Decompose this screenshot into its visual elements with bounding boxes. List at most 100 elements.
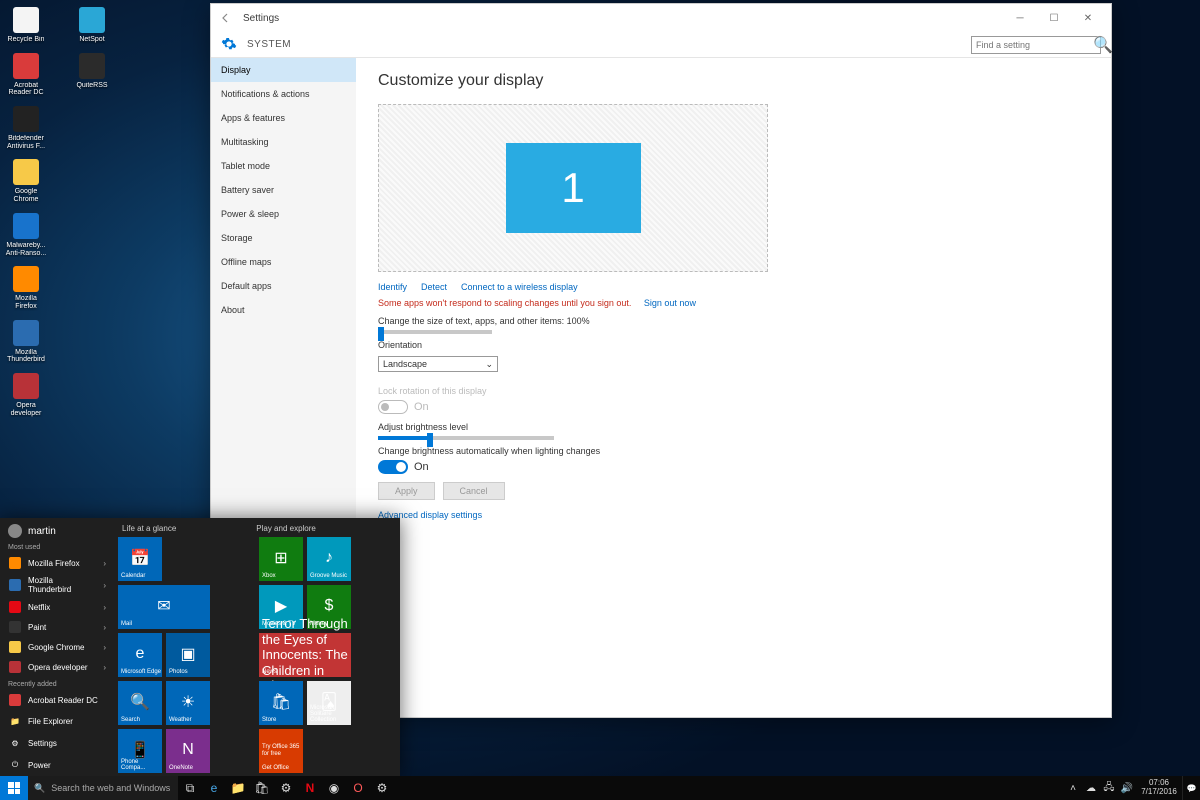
scale-slider[interactable] — [378, 330, 492, 334]
maximize-button[interactable]: ☐ — [1037, 8, 1071, 28]
nav-item[interactable]: Offline maps — [211, 250, 356, 274]
identify-link[interactable]: Identify — [378, 282, 407, 292]
nav-item[interactable]: Display — [211, 58, 356, 82]
back-button[interactable] — [217, 9, 235, 27]
nav-item[interactable]: Default apps — [211, 274, 356, 298]
tile-icon: ⊞ — [274, 548, 287, 568]
taskbar-store[interactable]: 🛍 — [250, 776, 274, 800]
nav-item[interactable]: Power & sleep — [211, 202, 356, 226]
taskbar-edge[interactable]: e — [202, 776, 226, 800]
taskbar-gear[interactable]: ⚙ — [370, 776, 394, 800]
scaling-warning: Some apps won't respond to scaling chang… — [378, 298, 631, 308]
display-arrangement[interactable]: 1 — [378, 104, 768, 272]
desktop-icon[interactable]: Bitdefender Antivirus F... — [4, 103, 48, 150]
desktop-icon[interactable]: Mozilla Thunderbird — [4, 317, 48, 364]
tile-group-life[interactable]: Life at a glance — [122, 524, 176, 533]
start-app-item[interactable]: Paint› — [0, 617, 114, 637]
start-tile[interactable]: 🛍Store — [259, 681, 303, 725]
tray-network-icon[interactable]: 🖧 — [1100, 776, 1118, 800]
app-icon — [10, 210, 42, 242]
orientation-select[interactable]: Landscape ⌄ — [378, 356, 498, 372]
desktop-icon[interactable]: Google Chrome — [4, 156, 48, 203]
start-tile[interactable]: NOneNote — [166, 729, 210, 773]
taskbar-explorer[interactable]: 📁 — [226, 776, 250, 800]
advanced-display-link[interactable]: Advanced display settings — [378, 510, 1089, 520]
start-tile[interactable]: 🂡Microsoft Solitaire Collection — [307, 681, 351, 725]
desktop-icon[interactable]: Recycle Bin — [4, 4, 48, 44]
start-app-item[interactable]: Opera developer› — [0, 657, 114, 677]
taskbar-search[interactable]: 🔍 Search the web and Windows — [28, 776, 178, 800]
chevron-right-icon: › — [103, 623, 106, 632]
start-button[interactable] — [0, 776, 28, 800]
auto-brightness-toggle[interactable] — [378, 460, 408, 474]
taskbar-settings[interactable]: ⚙ — [274, 776, 298, 800]
start-app-item[interactable]: Google Chrome› — [0, 637, 114, 657]
start-app-item[interactable]: Mozilla Firefox› — [0, 553, 114, 573]
close-button[interactable]: ✕ — [1071, 8, 1105, 28]
settings-item[interactable]: ⚙Settings — [0, 732, 114, 754]
tile-group-play[interactable]: Play and explore — [256, 524, 316, 533]
settings-search[interactable]: 🔍 — [971, 36, 1101, 54]
search-icon: 🔍 — [1093, 35, 1113, 55]
taskbar-clock[interactable]: 07:06 7/17/2016 — [1136, 779, 1182, 797]
brightness-slider[interactable] — [378, 436, 554, 440]
icon-label: Mozilla Firefox — [4, 295, 48, 310]
app-icon — [10, 317, 42, 349]
start-app-item[interactable]: Acrobat Reader DC — [0, 690, 114, 710]
tile-label: Weather — [169, 717, 192, 723]
settings-search-input[interactable] — [976, 40, 1093, 50]
start-tile[interactable]: ☀Weather — [166, 681, 210, 725]
desktop-icon[interactable]: Mozilla Firefox — [4, 263, 48, 310]
start-tile[interactable]: Terror Through the Eyes of Innocents: Th… — [259, 633, 351, 677]
desktop-icon[interactable]: Acrobat Reader DC — [4, 50, 48, 97]
start-tile[interactable]: 🔍Search — [118, 681, 162, 725]
tray-onedrive-icon[interactable]: ☁ — [1082, 776, 1100, 800]
nav-item[interactable]: Multitasking — [211, 130, 356, 154]
start-tile[interactable]: eMicrosoft Edge — [118, 633, 162, 677]
window-titlebar: Settings ─ ☐ ✕ — [211, 4, 1111, 32]
desktop-icon[interactable]: Malwareby... Anti-Ranso... — [4, 210, 48, 257]
nav-item[interactable]: Apps & features — [211, 106, 356, 130]
start-tile[interactable]: 📅Calendar — [118, 537, 162, 581]
start-tile[interactable]: 📱Phone Compa... — [118, 729, 162, 773]
start-app-item[interactable]: Mozilla Thunderbird› — [0, 573, 114, 597]
start-tile[interactable]: Try Office 365 for freeGet Office — [259, 729, 303, 773]
display-tile-1[interactable]: 1 — [506, 143, 641, 233]
desktop-icon[interactable]: NetSpot — [70, 4, 114, 44]
wireless-display-link[interactable]: Connect to a wireless display — [461, 282, 578, 292]
window-title: Settings — [243, 13, 279, 24]
app-icon — [76, 50, 108, 82]
nav-item[interactable]: Tablet mode — [211, 154, 356, 178]
start-tile[interactable]: ♪Groove Music — [307, 537, 351, 581]
start-tile[interactable]: ▣Photos — [166, 633, 210, 677]
action-center-button[interactable]: 💬 — [1182, 776, 1200, 800]
power-item[interactable]: ⏻Power — [0, 754, 114, 776]
desktop-icon[interactable]: Opera developer — [4, 370, 48, 417]
nav-item[interactable]: About — [211, 298, 356, 322]
taskbar-opera[interactable]: O — [346, 776, 370, 800]
minimize-button[interactable]: ─ — [1003, 8, 1037, 28]
nav-item[interactable]: Storage — [211, 226, 356, 250]
chevron-right-icon: › — [103, 603, 106, 612]
nav-item[interactable]: Battery saver — [211, 178, 356, 202]
sign-out-link[interactable]: Sign out now — [644, 298, 696, 308]
nav-item[interactable]: Notifications & actions — [211, 82, 356, 106]
start-app-item[interactable]: Netflix› — [0, 597, 114, 617]
detect-link[interactable]: Detect — [421, 282, 447, 292]
cancel-button[interactable]: Cancel — [443, 482, 505, 500]
desktop-icon[interactable]: QuiteRSS — [70, 50, 114, 90]
file-explorer-item[interactable]: 📁File Explorer — [0, 710, 114, 732]
apply-button[interactable]: Apply — [378, 482, 435, 500]
scale-label: Change the size of text, apps, and other… — [378, 316, 1089, 326]
tray-volume-icon[interactable]: 🔊 — [1118, 776, 1136, 800]
start-tile[interactable]: ✉Mail — [118, 585, 210, 629]
tray-overflow[interactable]: ˄ — [1064, 776, 1082, 800]
user-account-button[interactable]: martin — [0, 518, 114, 540]
chevron-right-icon: › — [103, 581, 106, 590]
task-view-button[interactable]: ⧉ — [178, 776, 202, 800]
tile-label: Phone Compa... — [121, 759, 162, 771]
start-tile[interactable]: ⊞Xbox — [259, 537, 303, 581]
taskbar-netflix[interactable]: N — [298, 776, 322, 800]
taskbar-chrome[interactable]: ◉ — [322, 776, 346, 800]
username: martin — [28, 526, 56, 537]
